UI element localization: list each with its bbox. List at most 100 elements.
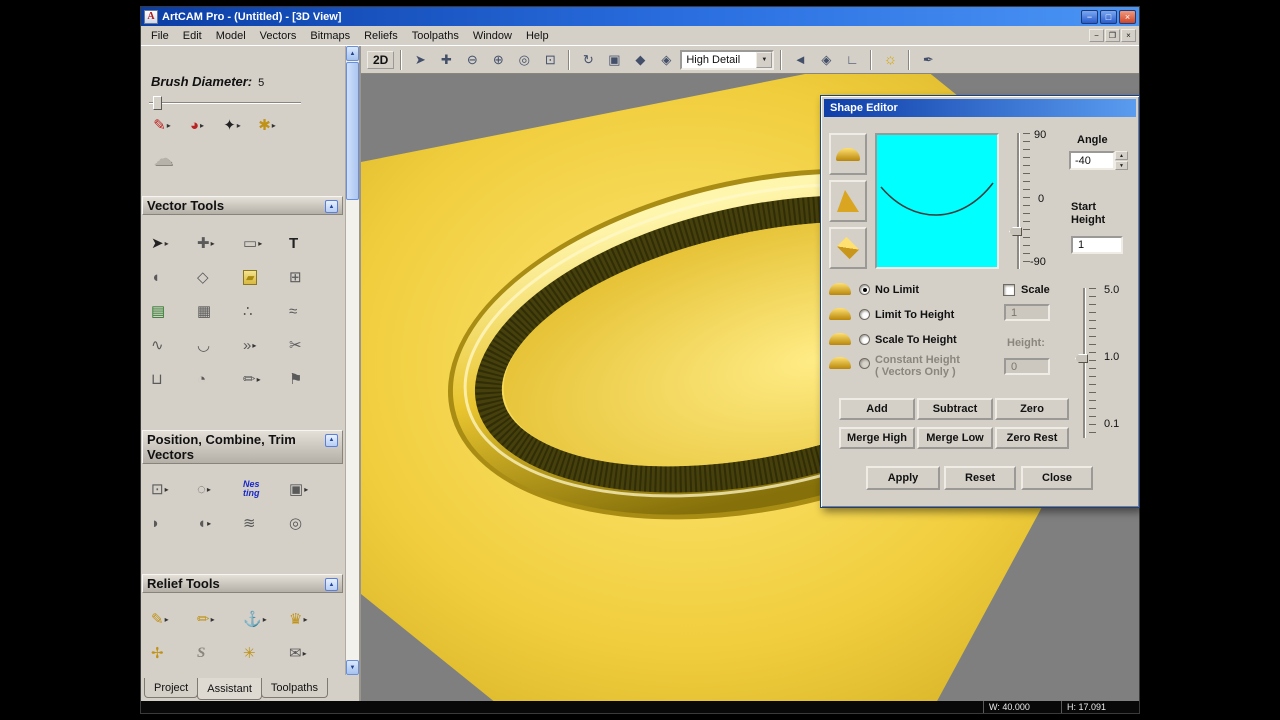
height-slider-track[interactable]: [1083, 288, 1086, 438]
vt-trim-tool[interactable]: ✂: [285, 328, 331, 362]
title-bar[interactable]: A ArtCAM Pro - (Untitled) - [3D View] − …: [141, 7, 1139, 26]
menu-help[interactable]: Help: [519, 27, 556, 45]
tab-project[interactable]: Project: [144, 678, 199, 698]
pan-button[interactable]: ✚: [434, 49, 458, 71]
mdi-restore-button[interactable]: ❐: [1105, 29, 1120, 42]
paint-brush-tool[interactable]: ✎ ▸: [149, 112, 175, 138]
rt-emboss-tool[interactable]: ⚓ ▸: [239, 602, 285, 636]
vt-dots-tool[interactable]: ∴: [239, 294, 285, 328]
merge-high-button[interactable]: Merge High: [839, 427, 915, 449]
vt-table-tool[interactable]: ▤: [147, 294, 193, 328]
vt-arcs-tool[interactable]: ≈: [285, 294, 331, 328]
zoom-window-button[interactable]: ◎: [512, 49, 536, 71]
position-combine-trim-collapse-button[interactable]: ▲: [325, 434, 338, 447]
zero-button[interactable]: Zero: [995, 398, 1069, 420]
apply-button[interactable]: Apply: [866, 466, 940, 490]
limit-to-height-radio[interactable]: [859, 309, 870, 320]
mdi-close-button[interactable]: ×: [1121, 29, 1136, 42]
menu-window[interactable]: Window: [466, 27, 519, 45]
rt-sculpt-tool[interactable]: ✎ ▸: [147, 602, 193, 636]
vt-transform-tool[interactable]: ✚ ▸: [193, 226, 239, 260]
vt-arc-tool[interactable]: ◡: [193, 328, 239, 362]
vt-flag-tool[interactable]: ⚑: [285, 362, 331, 396]
select-cursor-button[interactable]: ➤: [408, 49, 432, 71]
vt-polygon-tool[interactable]: ◇: [193, 260, 239, 294]
vector-tools-collapse-button[interactable]: ▲: [325, 200, 338, 213]
vt-grid-tool[interactable]: ▦: [193, 294, 239, 328]
menu-file[interactable]: File: [144, 27, 176, 45]
menu-edit[interactable]: Edit: [176, 27, 209, 45]
vt-text-tool[interactable]: T: [285, 226, 331, 260]
pc-spiral-tool[interactable]: ◎: [285, 506, 331, 540]
vt-select-tool[interactable]: ➤ ▸: [147, 226, 193, 260]
zero-rest-button[interactable]: Zero Rest: [995, 427, 1069, 449]
scale-checkbox[interactable]: [1003, 284, 1015, 296]
reset-button[interactable]: Reset: [944, 466, 1016, 490]
mdi-minimize-button[interactable]: −: [1089, 29, 1104, 42]
brush-diameter-slider[interactable]: [149, 96, 301, 110]
zoom-out-button[interactable]: ⊖: [460, 49, 484, 71]
vt-pie-tool[interactable]: ◔: [193, 362, 239, 396]
shade-gouraud-button[interactable]: ◈: [654, 49, 678, 71]
zoom-in-button[interactable]: ⊕: [486, 49, 510, 71]
shape-pyramid-button[interactable]: [829, 227, 867, 269]
previous-view-button[interactable]: ◄: [788, 49, 812, 71]
subtract-button[interactable]: Subtract: [917, 398, 993, 420]
height-slider-thumb[interactable]: [1075, 354, 1088, 363]
limit-height-input[interactable]: 1: [1004, 304, 1050, 321]
relief-tools-collapse-button[interactable]: ▲: [325, 578, 338, 591]
start-height-input[interactable]: 1: [1071, 236, 1123, 254]
lighting-button[interactable]: ☼: [878, 49, 902, 71]
vt-measure-tool[interactable]: ▰: [239, 260, 285, 294]
pc-group-tool[interactable]: ▣ ▸: [285, 472, 331, 506]
rt-texture-tool[interactable]: ✢: [147, 636, 193, 670]
close-button[interactable]: ×: [1119, 9, 1136, 24]
angle-slider-track[interactable]: [1017, 133, 1020, 269]
brush-slider-thumb[interactable]: [153, 96, 162, 110]
rt-wrap-tool[interactable]: ✉ ▸: [285, 636, 331, 670]
smudge-tool[interactable]: ☁: [153, 146, 173, 171]
rt-weave-tool[interactable]: ✳: [239, 636, 285, 670]
add-button[interactable]: Add: [839, 398, 915, 420]
spray-tool[interactable]: ✦ ▸: [219, 112, 245, 138]
menu-reliefs[interactable]: Reliefs: [357, 27, 405, 45]
menu-bitmaps[interactable]: Bitmaps: [303, 27, 357, 45]
constant-height-input[interactable]: 0: [1004, 358, 1050, 375]
toggle-2d-view-button[interactable]: 2D: [367, 50, 395, 69]
shape-editor-dialog[interactable]: Shape Editor 90 0 -90 Angle -40 ▲ ▼ Star…: [820, 95, 1140, 508]
menu-model[interactable]: Model: [209, 27, 253, 45]
pc-paste-along-curve-tool[interactable]: ◌ ▸: [193, 472, 239, 506]
colour-picker-tool[interactable]: ◕ ▸: [184, 112, 210, 138]
vt-freehand-tool[interactable]: ✏ ▸: [239, 362, 285, 396]
close-dialog-button[interactable]: Close: [1021, 466, 1093, 490]
minimize-button[interactable]: −: [1081, 9, 1098, 24]
zoom-fit-button[interactable]: ⊡: [538, 49, 562, 71]
vt-cylinder-tool[interactable]: ⊔: [147, 362, 193, 396]
no-limit-radio[interactable]: [859, 284, 870, 295]
vt-block-copy-tool[interactable]: ⊞: [285, 260, 331, 294]
vt-shape-tool[interactable]: ◖: [147, 260, 193, 294]
shape-dome-button[interactable]: [829, 133, 867, 175]
profile-preview[interactable]: [875, 133, 999, 269]
corner-view-button[interactable]: ∟: [840, 49, 864, 71]
pc-nesting-tool[interactable]: Nes ting: [239, 472, 285, 506]
merge-low-button[interactable]: Merge Low: [917, 427, 993, 449]
dropdown-arrow-icon[interactable]: ▼: [756, 51, 773, 68]
angle-input[interactable]: -40: [1069, 151, 1115, 170]
shape-angle-button[interactable]: [829, 180, 867, 222]
menu-toolpaths[interactable]: Toolpaths: [405, 27, 466, 45]
maximize-button[interactable]: □: [1100, 9, 1117, 24]
palette-tool[interactable]: ✱ ▸: [254, 112, 280, 138]
angle-spin-down-button[interactable]: ▼: [1115, 161, 1128, 170]
detail-level-dropdown[interactable]: High Detail ▼: [680, 49, 775, 70]
rotate-view-button[interactable]: ↻: [576, 49, 600, 71]
vt-wave-tool[interactable]: ∿: [147, 328, 193, 362]
pc-fillet-tool[interactable]: ≋: [239, 506, 285, 540]
menu-vectors[interactable]: Vectors: [253, 27, 304, 45]
diamond-view-button[interactable]: ◈: [814, 49, 838, 71]
scrollbar-thumb[interactable]: [346, 62, 359, 200]
rt-smooth-tool[interactable]: ✏ ▸: [193, 602, 239, 636]
scale-to-height-radio[interactable]: [859, 334, 870, 345]
shape-editor-title-bar[interactable]: Shape Editor: [824, 99, 1136, 117]
scroll-up-button[interactable]: ▲: [346, 46, 359, 61]
